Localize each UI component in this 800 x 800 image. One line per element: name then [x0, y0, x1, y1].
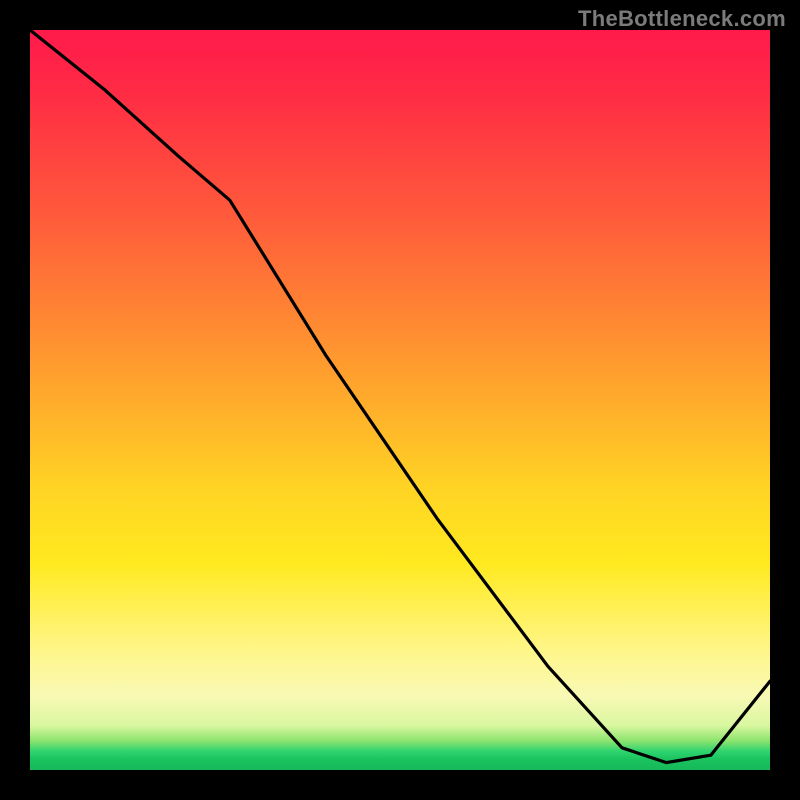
- chart-line-path: [30, 30, 770, 763]
- chart-root: TheBottleneck.com: [0, 0, 800, 800]
- line-chart: [30, 30, 770, 770]
- watermark-text: TheBottleneck.com: [578, 6, 786, 32]
